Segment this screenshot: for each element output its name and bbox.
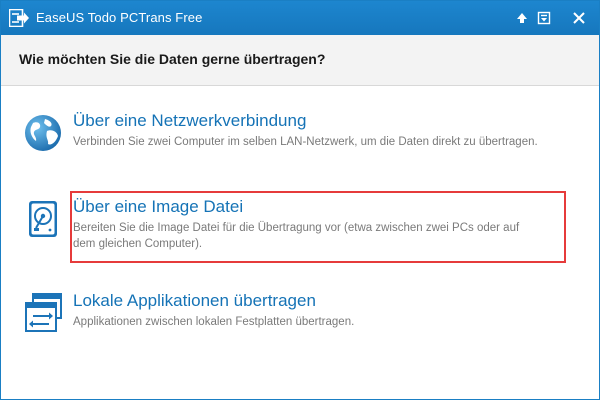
transfer-windows-icon <box>25 293 62 332</box>
app-window: EaseUS Todo PCTrans Free Wie möchten Sie… <box>0 0 600 400</box>
close-button[interactable] <box>571 10 587 26</box>
header-bar: Wie möchten Sie die Daten gerne übertrag… <box>1 35 599 86</box>
option-network-description: Verbinden Sie zwei Computer im selben LA… <box>73 136 538 148</box>
hard-drive-icon <box>29 201 57 237</box>
page-title: Wie möchten Sie die Daten gerne übertrag… <box>19 51 326 67</box>
option-network[interactable]: Über eine Netzwerkverbindung Verbinden S… <box>21 111 581 171</box>
highlight-frame <box>70 191 566 263</box>
option-local-apps[interactable]: Lokale Applikationen übertragen Applikat… <box>21 291 581 337</box>
minimize-button[interactable] <box>536 10 552 26</box>
app-logo-icon <box>9 9 29 27</box>
globe-icon <box>25 115 61 151</box>
option-network-title: Über eine Netzwerkverbindung <box>73 111 307 130</box>
upgrade-arrow-icon[interactable] <box>514 10 530 26</box>
option-local-apps-description: Applikationen zwischen lokalen Festplatt… <box>73 316 355 328</box>
window-title: EaseUS Todo PCTrans Free <box>36 10 203 25</box>
option-local-apps-title: Lokale Applikationen übertragen <box>73 291 316 310</box>
title-bar[interactable]: EaseUS Todo PCTrans Free <box>1 1 599 35</box>
